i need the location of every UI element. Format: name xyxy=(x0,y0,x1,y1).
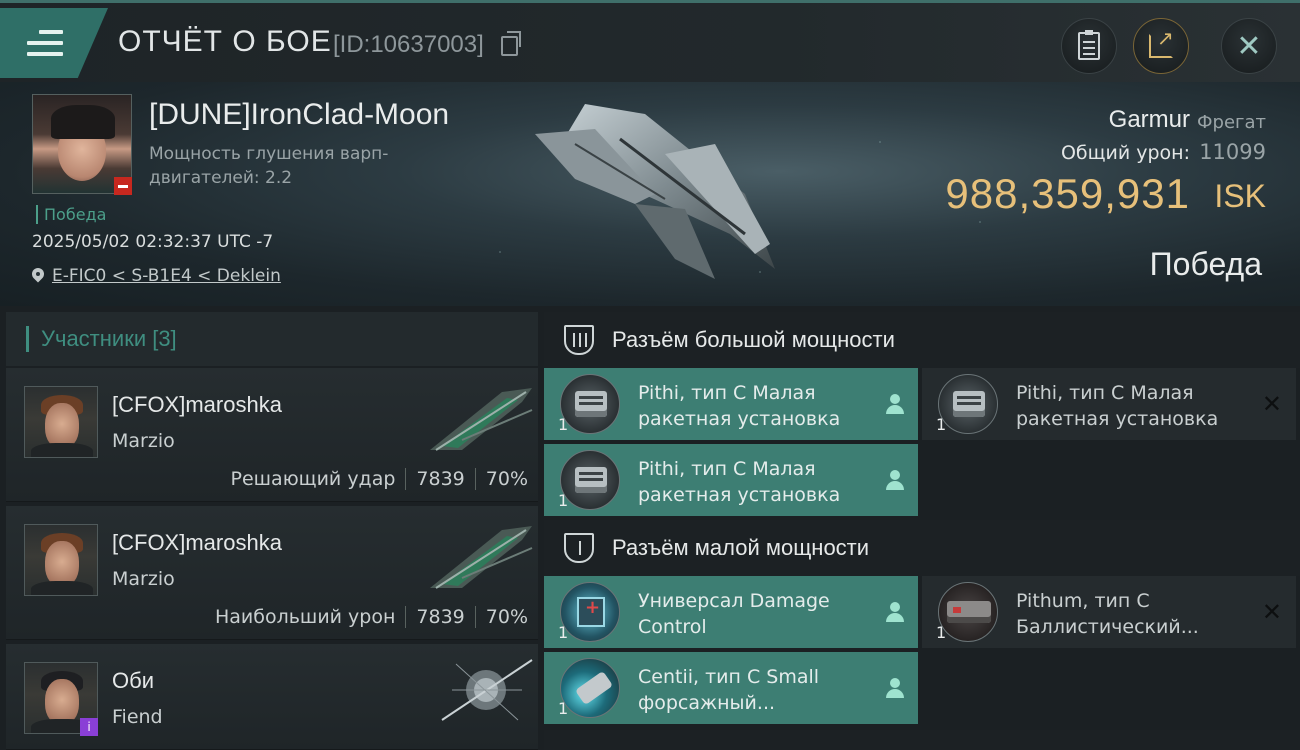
copy-id-icon[interactable] xyxy=(501,31,521,56)
hamburger-menu-icon xyxy=(27,30,63,58)
missile-launcher-icon xyxy=(560,374,620,434)
victim-banner: [DUNE]IronClad-Moon Мощность глушения ва… xyxy=(0,82,1300,306)
module-item[interactable]: 1 Pithi, тип C Малая ракетная установка xyxy=(544,368,918,440)
module-name: Centii, тип C Small форсажный... xyxy=(638,666,820,714)
participant-stats: Наибольший урон 7839 70% xyxy=(215,606,528,628)
participant-name: [CFOX]maroshka xyxy=(112,530,282,555)
participants-header: Участники [3] xyxy=(6,312,538,366)
result-tag: Победа xyxy=(36,205,106,224)
location-link[interactable]: E-FIC0 < S-B1E4 < Deklein xyxy=(32,266,281,286)
participant-name: Оби xyxy=(112,668,155,693)
next-slot-header xyxy=(544,730,1300,750)
module-quantity: 1 xyxy=(558,623,569,642)
module-name: Pithi, тип C Малая ракетная установка xyxy=(638,382,841,430)
location-text: E-FIC0 < S-B1E4 < Deklein xyxy=(52,266,281,286)
participant-row[interactable]: [CFOX]maroshka Marzio Решающий удар 7839… xyxy=(6,368,538,502)
module-item[interactable]: 1 Centii, тип C Small форсажный... xyxy=(544,652,918,724)
participant-avatar xyxy=(24,524,98,596)
participant-damage: 7839 xyxy=(416,606,465,628)
participant-ship: Marzio xyxy=(112,568,175,590)
participant-ship: Marzio xyxy=(112,430,175,452)
module-quantity: 1 xyxy=(558,491,569,510)
module-name: Pithi, тип C Малая ракетная установка xyxy=(638,458,841,506)
module-quantity: 1 xyxy=(936,623,947,642)
close-icon: ✕ xyxy=(1236,28,1262,64)
participant-role: Наибольший урон xyxy=(214,606,396,628)
module-item[interactable]: 1 Pithi, тип C Малая ракетная установка … xyxy=(922,368,1296,440)
victim-ship-image xyxy=(535,104,775,279)
participant-stats: Решающий удар 7839 70% xyxy=(231,468,528,490)
module-name: Универсал Damage Control xyxy=(638,590,830,638)
participant-row[interactable]: i Оби Fiend xyxy=(6,644,538,750)
fitted-person-icon xyxy=(886,470,904,490)
hostile-badge-icon xyxy=(114,177,132,195)
clipboard-button[interactable] xyxy=(1061,18,1117,74)
fitted-person-icon xyxy=(886,394,904,414)
low-slot-header: Разъём малой мощности xyxy=(544,520,1300,576)
participant-role: Решающий удар xyxy=(230,468,396,490)
total-damage-value: 11099 xyxy=(1199,140,1266,164)
participant-ship: Fiend xyxy=(112,706,163,728)
victim-name[interactable]: [DUNE]IronClad-Moon xyxy=(149,98,449,132)
module-quantity: 1 xyxy=(558,699,569,718)
fitted-person-icon xyxy=(886,602,904,622)
isk-unit: ISK xyxy=(1214,178,1266,214)
fitted-person-icon xyxy=(886,678,904,698)
module-item[interactable]: 1 Pithum, тип C Баллистический... ✕ xyxy=(922,576,1296,648)
participant-ship-image xyxy=(441,659,533,721)
location-pin-icon xyxy=(32,268,44,284)
participant-percent: 70% xyxy=(485,468,528,490)
top-bar: ОТЧЁТ О БОЕ [ID:10637003] ✕ xyxy=(0,0,1300,82)
info-badge-icon: i xyxy=(80,718,98,736)
low-slot-title: Разъём малой мощности xyxy=(612,535,870,560)
destroyed-x-icon: ✕ xyxy=(1261,390,1282,418)
share-button[interactable] xyxy=(1133,18,1189,74)
ship-name[interactable]: Garmur xyxy=(1109,106,1190,134)
module-quantity: 1 xyxy=(558,415,569,434)
afterburner-icon xyxy=(560,658,620,718)
destroyed-x-icon: ✕ xyxy=(1261,598,1282,626)
battle-result: Победа xyxy=(1149,246,1262,282)
high-slot-title: Разъём большой мощности xyxy=(612,327,895,352)
battle-datetime: 2025/05/02 02:32:37 UTC -7 xyxy=(32,232,274,252)
participant-name: [CFOX]maroshka xyxy=(112,392,282,417)
warp-scramble-attribute: Мощность глушения варп-двигателей: 2.2 xyxy=(149,144,389,188)
module-item[interactable]: 1 Pithi, тип C Малая ракетная установка xyxy=(544,444,918,516)
ship-class: Фрегат xyxy=(1197,112,1266,133)
module-name: Pithum, тип C Баллистический... xyxy=(1016,590,1199,638)
clipboard-icon xyxy=(1078,30,1100,60)
missile-launcher-icon xyxy=(938,374,998,434)
high-slot-header: Разъём большой мощности xyxy=(544,312,1300,368)
low-slot-icon xyxy=(564,533,594,563)
damage-control-icon xyxy=(560,582,620,642)
participant-percent: 70% xyxy=(485,606,528,628)
module-item[interactable]: 1 Универсал Damage Control xyxy=(544,576,918,648)
close-button[interactable]: ✕ xyxy=(1221,18,1277,74)
participant-ship-image xyxy=(430,526,533,589)
participant-avatar xyxy=(24,386,98,458)
participants-title: Участники [3] xyxy=(41,326,177,351)
participants-panel: Участники [3] [CFOX]maroshka Marzio Реша… xyxy=(6,312,538,750)
share-icon xyxy=(1149,26,1174,58)
page-title: ОТЧЁТ О БОЕ xyxy=(118,25,332,58)
participant-row[interactable]: [CFOX]maroshka Marzio Наибольший урон 78… xyxy=(6,506,538,640)
isk-value: 988,359,931 xyxy=(945,170,1190,217)
total-damage-label: Общий урон: xyxy=(1060,142,1190,164)
fitting-panel: Разъём большой мощности 1 Pithi, тип C М… xyxy=(544,312,1300,750)
missile-launcher-icon xyxy=(560,450,620,510)
menu-button[interactable] xyxy=(0,8,108,78)
participant-damage: 7839 xyxy=(416,468,465,490)
participant-ship-image xyxy=(430,388,533,451)
ballistic-control-icon xyxy=(938,582,998,642)
high-slot-icon xyxy=(564,325,594,355)
report-id: [ID:10637003] xyxy=(333,31,484,58)
module-name: Pithi, тип C Малая ракетная установка xyxy=(1016,382,1219,430)
module-quantity: 1 xyxy=(936,415,947,434)
